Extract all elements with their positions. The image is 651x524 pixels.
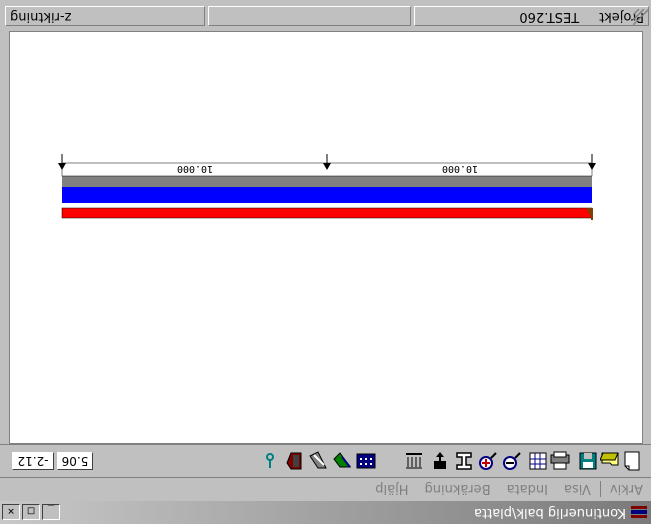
beam-middle-layer [62, 187, 592, 203]
beam-top-layer [61, 207, 593, 219]
maximize-button[interactable]: □ [22, 504, 40, 521]
menu-hjalp[interactable]: Hjälp [367, 482, 416, 497]
beam-drawing: 10.000 10.000 [58, 154, 596, 220]
reinforcement-icon[interactable] [283, 450, 305, 472]
section-icon[interactable] [453, 450, 475, 472]
new-file-icon[interactable] [621, 450, 643, 472]
close-button[interactable]: ✕ [2, 504, 20, 521]
help-hook-icon[interactable] [259, 450, 281, 472]
status-direction-panel: z-riktning [5, 6, 205, 26]
dimension-ticks [61, 154, 593, 163]
moment-diagram-icon[interactable] [331, 450, 353, 472]
title-bar[interactable]: Kontinuerlig balk\platta _ □ ✕ [0, 501, 651, 524]
menu-bar: Arkiv Visa Indata Beräkning Hjälp [0, 477, 651, 500]
zoom-in-icon[interactable] [477, 450, 499, 472]
point-load-icon[interactable] [429, 450, 451, 472]
print-icon[interactable] [549, 450, 571, 472]
span-length-label: 10.000 [442, 163, 478, 174]
menu-indata[interactable]: Indata [499, 482, 556, 497]
resize-grip-icon[interactable] [633, 9, 649, 25]
status-project-panel: ProjektTEST.260 [414, 6, 649, 26]
menu-visa[interactable]: Visa [556, 482, 599, 497]
calculator-icon[interactable] [355, 450, 377, 472]
coordinate-y-display: -2.12 [12, 452, 54, 470]
app-icon[interactable] [631, 506, 647, 520]
open-file-icon[interactable] [599, 450, 621, 472]
save-icon[interactable] [577, 450, 599, 472]
drawing-canvas[interactable]: 10.000 10.000 [9, 31, 643, 444]
zoom-out-icon[interactable] [501, 450, 523, 472]
shear-diagram-icon[interactable] [307, 450, 329, 472]
menu-berakning[interactable]: Beräkning [416, 482, 498, 497]
span-length-label: 10.000 [177, 163, 213, 174]
status-project-name: TEST.260 [519, 9, 580, 24]
window-title: Kontinuerlig balk\platta [474, 505, 626, 520]
minimize-button[interactable]: _ [42, 504, 60, 521]
distributed-load-icon[interactable] [403, 450, 425, 472]
menu-arkiv[interactable]: Arkiv [602, 482, 651, 497]
status-middle-panel [208, 6, 411, 26]
toolbar: 5.06 -2.12 [0, 444, 651, 477]
application-window: Kontinuerlig balk\platta _ □ ✕ Arkiv Vis… [0, 0, 651, 524]
status-bar: ProjektTEST.260 z-riktning [0, 0, 651, 29]
table-icon[interactable] [527, 450, 549, 472]
coordinate-x-display: 5.06 [57, 452, 93, 470]
beam-bottom-layer [62, 176, 592, 187]
